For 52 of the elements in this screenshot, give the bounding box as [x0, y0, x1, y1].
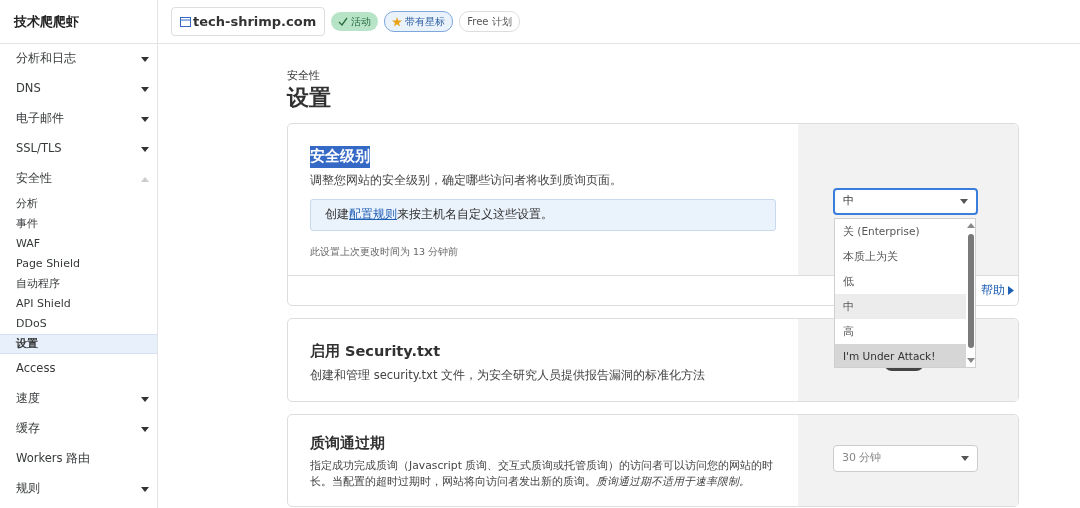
star-icon	[392, 16, 403, 27]
info-notice: 创建配置规则来按主机名自定义这些设置。	[310, 199, 776, 231]
sidebar-subitem[interactable]: API Shield	[0, 294, 157, 314]
caret-down-icon	[961, 455, 969, 461]
sidebar-subitem[interactable]: Page Shield	[0, 254, 157, 274]
help-link[interactable]: 帮助	[981, 281, 1014, 300]
scroll-down-icon	[966, 357, 975, 363]
breadcrumb-text: 安全性	[287, 68, 321, 84]
status-badge: 带有星标	[384, 11, 454, 32]
sidebar-item[interactable]: 分析和日志	[0, 44, 157, 74]
brand-title: 技术爬爬虾	[0, 0, 157, 44]
play-icon	[1008, 285, 1014, 295]
sidebar-subitem[interactable]: 分析	[0, 194, 157, 214]
sidebar-item[interactable]: Workers 路由	[0, 444, 157, 474]
page-title: 设置	[287, 84, 332, 111]
last-changed-text: 此设置上次更改时间为 13 分钟前	[310, 244, 460, 259]
sidebar-subitem[interactable]: 自动程序	[0, 274, 157, 294]
sidebar-subitem[interactable]: 事件	[0, 214, 157, 234]
sidebar-item[interactable]: Access	[0, 354, 157, 384]
dropdown-option[interactable]: 高	[835, 318, 966, 344]
scrollbar-thumb[interactable]	[967, 233, 974, 348]
card-title: 质询通过期	[310, 433, 385, 453]
sidebar-subitem[interactable]: DDoS	[0, 314, 157, 334]
dropdown-option[interactable]: 中	[835, 293, 966, 319]
sidebar-subitem[interactable]: 设置	[0, 334, 157, 354]
card-description: 创建和管理 security.txt 文件，为安全研究人员提供报告漏洞的标准化方法	[310, 366, 707, 384]
security-level-select[interactable]: 30 分钟	[833, 444, 978, 472]
sidebar-item[interactable]: 速度	[0, 384, 157, 414]
dropdown-option[interactable]: 低	[835, 268, 966, 294]
dropdown-option[interactable]: 关 (Enterprise)	[835, 218, 966, 244]
caret-down-icon	[960, 198, 968, 204]
sidebar-item[interactable]: 安全性	[0, 164, 157, 194]
sidebar-item[interactable]: 规则	[0, 474, 157, 504]
card-description: 指定成功完成质询（Javascript 质询、交互式质询或托管质询）的访问者可以访问您的网站的时长。当配置的超时过期时，网站将向访问者发出新的质询。质询通过期不适用于速率限制。	[310, 458, 775, 490]
window-icon	[180, 15, 191, 28]
sidebar-subitem[interactable]: WAF	[0, 234, 157, 254]
dropdown-option[interactable]: I'm Under Attack!	[835, 343, 966, 367]
dropdown-option[interactable]: 本质上为关	[835, 243, 966, 269]
card-description: 调整您网站的安全级别，确定哪些访问者将收到质询页面。	[310, 171, 623, 189]
check-icon	[338, 17, 349, 26]
domain-selector[interactable]: tech-shrimp.com	[171, 6, 326, 37]
sidebar-item[interactable]: DNS	[0, 74, 157, 104]
sidebar-item[interactable]: SSL/TLS	[0, 134, 157, 164]
security-level-select[interactable]: 中	[833, 187, 978, 215]
status-badge: 活动	[331, 12, 379, 31]
status-badge: Free 计划	[459, 11, 520, 32]
card-title: 启用 Security.txt	[310, 341, 441, 361]
rules-link[interactable]: 配置规则	[349, 207, 397, 222]
card-title: 安全级别	[310, 145, 370, 168]
sidebar-item[interactable]: 缓存	[0, 414, 157, 444]
scroll-up-icon	[966, 222, 975, 228]
sidebar-item[interactable]: 电子邮件	[0, 104, 157, 134]
